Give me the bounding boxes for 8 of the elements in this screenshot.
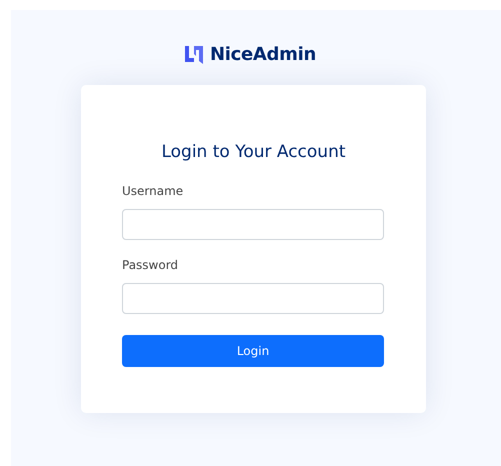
login-button[interactable]: Login [122,335,384,367]
brand-name: NiceAdmin [210,44,316,64]
logo-icon [184,44,204,64]
field-label: Password [122,258,180,274]
field-label: Username [122,184,184,200]
input-field[interactable] [122,283,384,314]
login-title: Login to Your Account [160,142,347,162]
input-field[interactable] [122,209,384,240]
